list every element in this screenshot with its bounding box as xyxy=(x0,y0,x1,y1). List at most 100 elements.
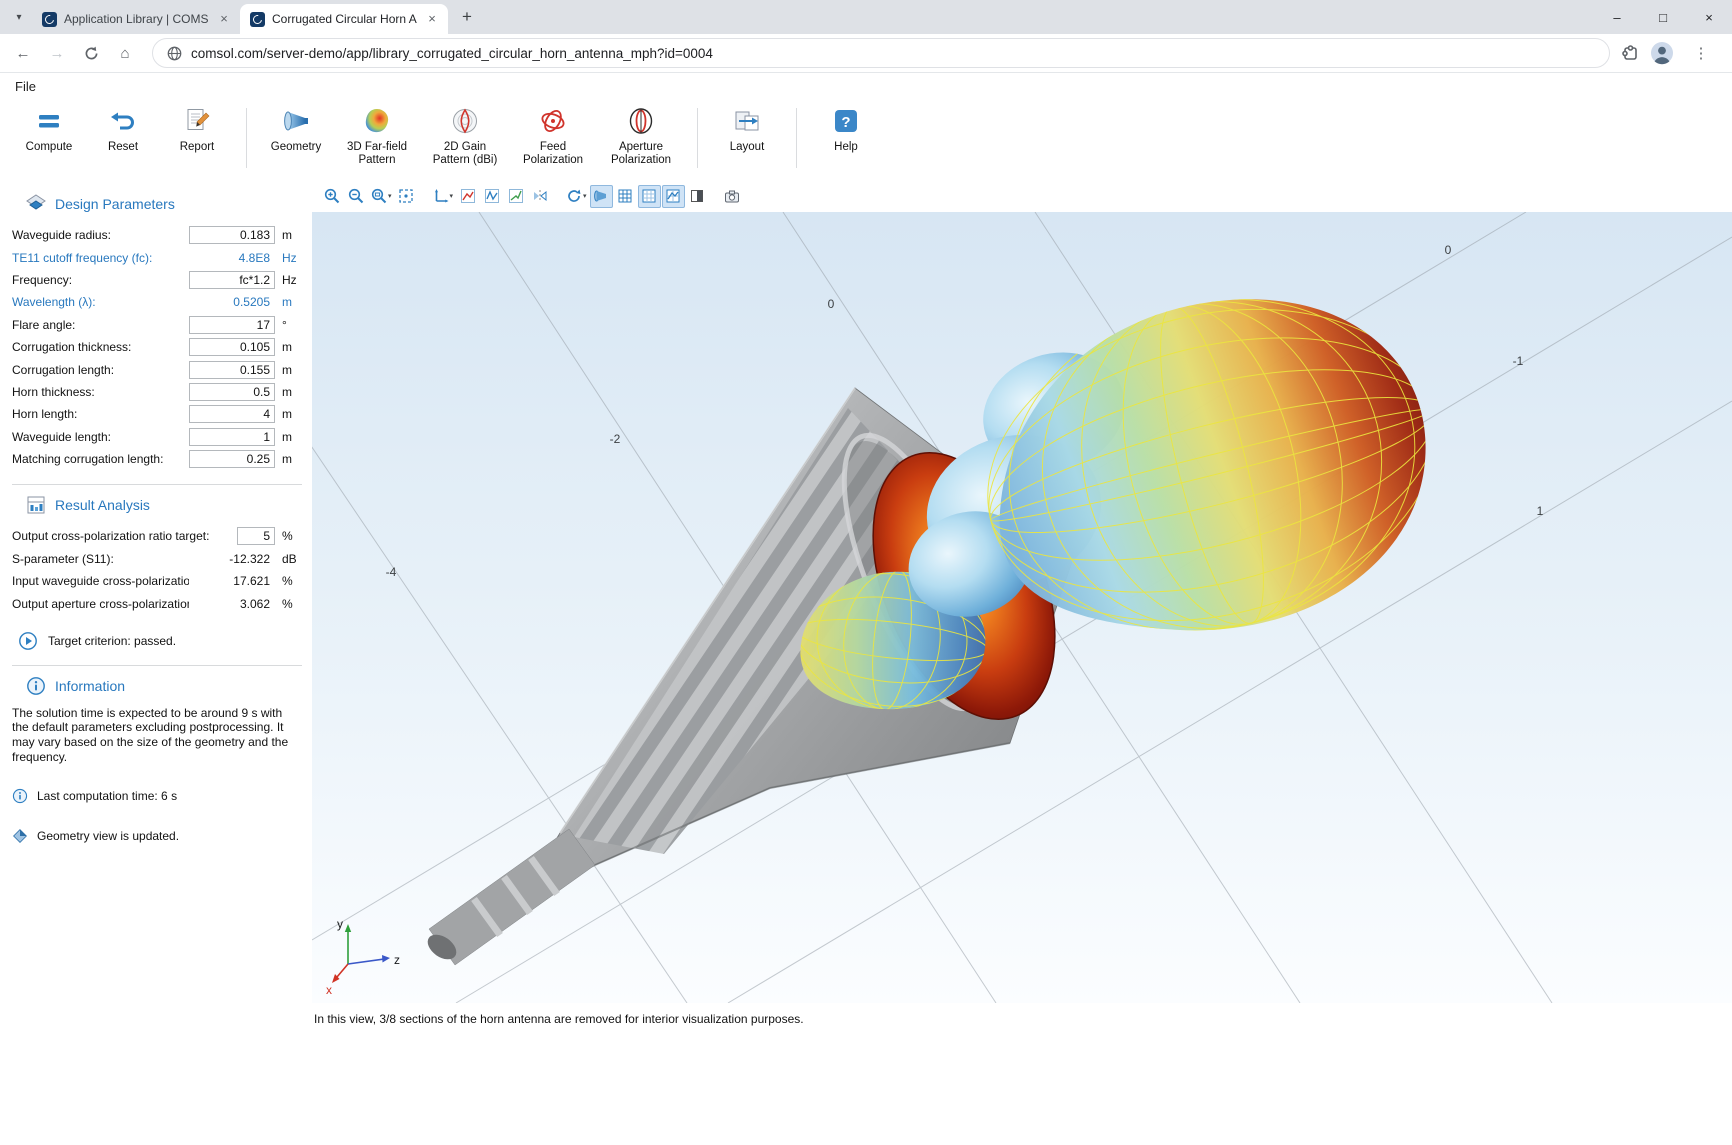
gain-2d-button[interactable]: 2D Gain Pattern (dBi) xyxy=(421,100,509,180)
caret-down-icon: ▾ xyxy=(583,192,587,200)
corrugation-length-input[interactable] xyxy=(189,361,275,379)
tab-search-icon[interactable]: ▾ xyxy=(6,4,32,30)
browser-menu-icon[interactable]: ⋮ xyxy=(1687,39,1715,67)
zx-plane-view-button[interactable] xyxy=(504,185,527,208)
information-body: The solution time is expected to be arou… xyxy=(12,706,298,764)
param-unit: m xyxy=(282,340,306,354)
cross-pol-target-input[interactable] xyxy=(237,527,275,545)
param-row: Matching corrugation length: m xyxy=(12,448,312,470)
param-unit: Hz xyxy=(282,273,306,287)
matching-corrugation-length-input[interactable] xyxy=(189,450,275,468)
result-row: S-parameter (S11): -12.322 dB xyxy=(12,548,312,570)
tab-title: Corrugated Circular Horn Anten xyxy=(272,12,417,26)
snapshot-button[interactable] xyxy=(721,185,744,208)
param-label: Matching corrugation length: xyxy=(12,452,189,466)
last-computation-text: Last computation time: 6 s xyxy=(37,789,177,803)
param-row: Corrugation length: m xyxy=(12,358,312,380)
graphics-canvas[interactable]: 0 -2 -4 0 -1 1 y z x xyxy=(312,212,1732,1003)
ribbon-label: Reset xyxy=(108,141,138,154)
tab-title: Application Library | COMSOL S xyxy=(64,12,209,26)
home-button[interactable]: ⌂ xyxy=(111,39,139,67)
rotate-view-button[interactable]: ▾ xyxy=(563,185,589,208)
horn-thickness-input[interactable] xyxy=(189,383,275,401)
zoom-out-button[interactable] xyxy=(344,185,367,208)
file-menu[interactable]: File xyxy=(15,79,36,94)
caret-down-icon: ▾ xyxy=(450,192,454,200)
farfield-3d-button[interactable]: 3D Far-field Pattern xyxy=(333,100,421,180)
param-label: Output cross-polarization ratio target: xyxy=(12,529,237,543)
zoom-in-button[interactable] xyxy=(320,185,343,208)
axis-tick: -2 xyxy=(610,432,621,446)
close-button[interactable]: × xyxy=(1686,0,1732,34)
axis-tick: 0 xyxy=(828,297,835,311)
info-small-icon xyxy=(12,788,28,804)
browser-tab-inactive[interactable]: Application Library | COMSOL S × xyxy=(32,4,240,34)
new-tab-button[interactable]: + xyxy=(454,4,480,30)
report-icon xyxy=(182,106,212,136)
maximize-button[interactable]: □ xyxy=(1640,0,1686,34)
play-icon xyxy=(18,631,38,651)
minimize-button[interactable]: – xyxy=(1594,0,1640,34)
contrast-toggle[interactable] xyxy=(686,185,709,208)
ribbon-label: Report xyxy=(180,141,215,154)
feed-polarization-button[interactable]: Feed Polarization xyxy=(509,100,597,180)
forward-button[interactable]: → xyxy=(43,39,71,67)
waveguide-radius-input[interactable] xyxy=(189,226,275,244)
result-row: Output aperture cross-polarization ratio… xyxy=(12,592,312,614)
help-button[interactable]: ? Help xyxy=(809,100,883,180)
param-label: Waveguide length: xyxy=(12,430,189,444)
frequency-input[interactable] xyxy=(189,271,275,289)
tab-close-icon[interactable]: × xyxy=(424,11,440,27)
compute-button[interactable]: Compute xyxy=(12,100,86,180)
yz-plane-view-button[interactable] xyxy=(480,185,503,208)
section-divider xyxy=(12,665,302,666)
aperture-polarization-button[interactable]: Aperture Polarization xyxy=(597,100,685,180)
output-cross-pol-value: 3.062 xyxy=(189,597,275,611)
layout-button[interactable]: Layout xyxy=(710,100,784,180)
go-to-view-button[interactable]: ▾ xyxy=(430,185,456,208)
input-cross-pol-value: 17.621 xyxy=(189,574,275,588)
ribbon-label: Geometry xyxy=(271,141,322,154)
plot-grid-toggle[interactable] xyxy=(662,185,685,208)
help-icon: ? xyxy=(831,106,861,136)
tab-close-icon[interactable]: × xyxy=(216,11,232,27)
section-title: Design Parameters xyxy=(55,196,175,212)
back-button[interactable]: ← xyxy=(9,39,37,67)
param-label: Corrugation thickness: xyxy=(12,340,189,354)
address-bar[interactable]: comsol.com/server-demo/app/library_corru… xyxy=(152,38,1610,68)
profile-avatar[interactable] xyxy=(1650,41,1674,65)
axis-tick: -1 xyxy=(1513,354,1524,368)
browser-navbar: ← → ⌂ comsol.com/server-demo/app/library… xyxy=(0,34,1732,72)
gain-2d-icon xyxy=(450,106,480,136)
mirror-view-button[interactable] xyxy=(528,185,551,208)
geometry-updated-icon xyxy=(12,828,28,844)
browser-tab-active[interactable]: Corrugated Circular Horn Anten × xyxy=(240,4,448,34)
flare-angle-input[interactable] xyxy=(189,316,275,334)
corrugation-thickness-input[interactable] xyxy=(189,338,275,356)
scene-light-toggle[interactable] xyxy=(590,185,613,208)
xy-plane-view-button[interactable] xyxy=(456,185,479,208)
navbar-right: ⋮ xyxy=(1620,39,1722,67)
ribbon-separator xyxy=(246,108,247,168)
reload-button[interactable] xyxy=(77,39,105,67)
zoom-to-selection-button[interactable]: ▾ xyxy=(368,185,394,208)
param-unit: m xyxy=(282,385,306,399)
param-row: Waveguide radius: m xyxy=(12,224,312,246)
extensions-icon[interactable] xyxy=(1620,43,1640,63)
axes-grid-toggle[interactable] xyxy=(638,185,661,208)
reset-button[interactable]: Reset xyxy=(86,100,160,180)
ribbon-label: 3D Far-field Pattern xyxy=(338,141,416,167)
report-button[interactable]: Report xyxy=(160,100,234,180)
compute-icon xyxy=(34,106,64,136)
design-parameters-icon xyxy=(26,194,46,214)
information-header: Information xyxy=(26,676,312,696)
target-criterion-row: Target criterion: passed. xyxy=(18,631,312,651)
param-row: Waveguide length: m xyxy=(12,426,312,448)
grid-toggle[interactable] xyxy=(614,185,637,208)
horn-length-input[interactable] xyxy=(189,405,275,423)
zoom-extents-button[interactable] xyxy=(395,185,418,208)
geometry-button[interactable]: Geometry xyxy=(259,100,333,180)
comsol-favicon xyxy=(42,12,57,27)
param-unit: % xyxy=(282,597,306,611)
waveguide-length-input[interactable] xyxy=(189,428,275,446)
